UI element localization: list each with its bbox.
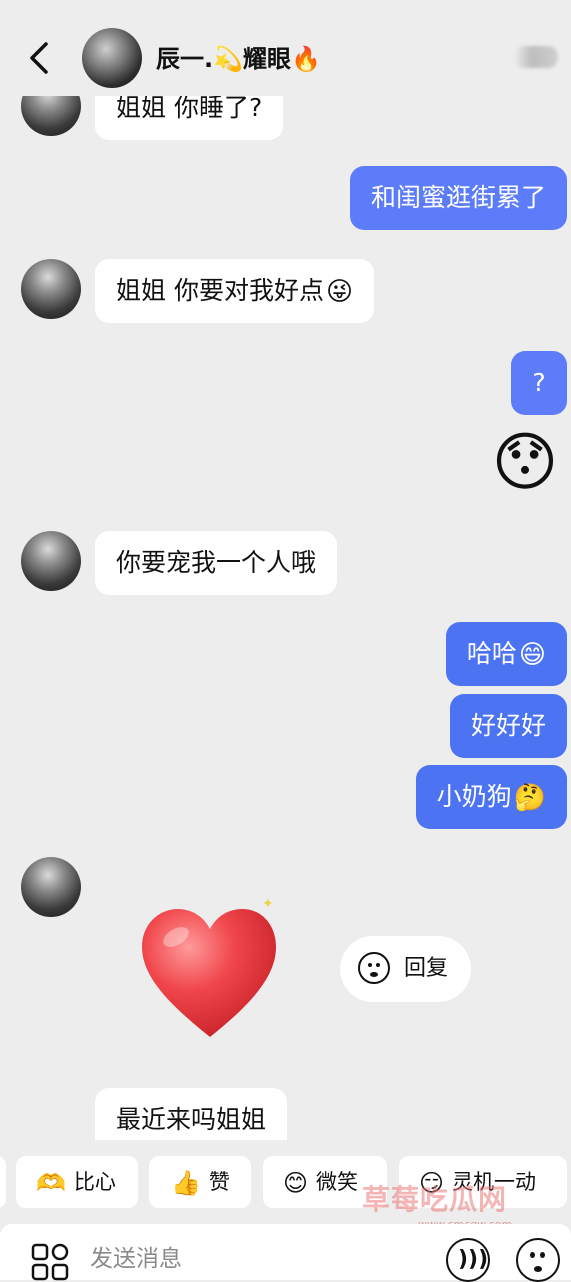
message-text: 你要宠我一个人哦 xyxy=(116,548,317,577)
voice-icon[interactable]: ))) xyxy=(446,1238,490,1282)
grinning-emoji: 😄 xyxy=(518,640,546,670)
chevron-left-icon[interactable] xyxy=(24,38,54,78)
quick-reply-label: 灵机一动 xyxy=(452,1170,537,1194)
quick-reply-chip[interactable]: 🫶 比心 xyxy=(16,1156,138,1208)
heart-hands-icon: 🫶 xyxy=(36,1169,66,1197)
sender-avatar[interactable] xyxy=(21,857,81,917)
quick-reply-chip-partial[interactable] xyxy=(0,1156,6,1208)
smile-mouth xyxy=(370,972,378,977)
contact-name[interactable]: 辰一.💫耀眼🔥 xyxy=(156,42,321,76)
quick-reply-label: 微笑 xyxy=(316,1170,359,1194)
message-input[interactable]: 发送消息 xyxy=(90,1242,182,1276)
message-bubble-incoming[interactable]: 你要宠我一个人哦 xyxy=(95,531,338,595)
quick-reply-chip[interactable]: 👍 赞 xyxy=(149,1156,251,1208)
message-input-bar: 发送消息 ))) xyxy=(0,1224,571,1282)
quick-reply-chip[interactable]: 😏 灵机一动 xyxy=(399,1156,567,1208)
thumbs-up-icon: 👍 xyxy=(171,1169,201,1197)
message-text: 姐姐 你睡了? xyxy=(116,93,263,122)
message-text: ? xyxy=(532,368,546,397)
dizzy-emoji: 💫 xyxy=(213,45,244,73)
quick-reply-label: 比心 xyxy=(73,1170,116,1194)
emoji-icon[interactable] xyxy=(516,1238,560,1282)
reply-button[interactable]: 回复 xyxy=(340,936,471,1002)
sender-avatar[interactable] xyxy=(21,531,81,591)
heart-sticker[interactable] xyxy=(140,905,280,1045)
thinking-emoji: 🤔 xyxy=(513,783,546,813)
winking-tongue-emoji: 😜 xyxy=(325,277,354,307)
reply-label: 回复 xyxy=(404,956,449,981)
message-bubble-outgoing[interactable]: 好好好 xyxy=(449,694,567,758)
chat-header: 辰一.💫耀眼🔥 xyxy=(0,0,571,96)
smile-face-icon: 😊 xyxy=(283,1169,309,1197)
message-text: 最近来吗姐姐 xyxy=(116,1105,267,1134)
quick-reply-chip[interactable]: 😊 微笑 xyxy=(263,1156,387,1208)
message-bubble-incoming[interactable]: 最近来吗姐姐 xyxy=(95,1088,288,1140)
contact-avatar[interactable] xyxy=(82,28,142,88)
message-text: 小奶狗 xyxy=(436,782,512,811)
message-bubble-outgoing[interactable]: 小奶狗🤔 xyxy=(415,765,567,829)
smile-icon xyxy=(358,952,390,984)
more-icon[interactable] xyxy=(514,46,558,68)
message-text: 和闺蜜逛街累了 xyxy=(370,183,546,212)
smirk-face-icon: 😏 xyxy=(419,1169,445,1197)
message-bubble-outgoing[interactable]: 哈哈😄 xyxy=(445,622,567,686)
contact-name-suffix: 耀眼 xyxy=(243,45,292,73)
message-text: 姐姐 你要对我好点 xyxy=(116,276,324,305)
message-bubble-outgoing[interactable]: 和闺蜜逛街累了 xyxy=(349,166,567,230)
fire-emoji: 🔥 xyxy=(291,45,321,73)
quick-reply-label: 赞 xyxy=(208,1170,230,1194)
contact-name-text: 辰一. xyxy=(156,45,214,73)
surprised-sticker[interactable]: 😯 xyxy=(484,424,566,502)
message-bubble-outgoing[interactable]: ? xyxy=(511,351,567,415)
sender-avatar[interactable] xyxy=(21,259,81,319)
message-text: 好好好 xyxy=(470,711,546,740)
message-bubble-incoming[interactable]: 姐姐 你要对我好点😜 xyxy=(95,259,375,323)
apps-grid-icon[interactable] xyxy=(30,1242,70,1282)
message-text: 哈哈 xyxy=(466,639,517,668)
